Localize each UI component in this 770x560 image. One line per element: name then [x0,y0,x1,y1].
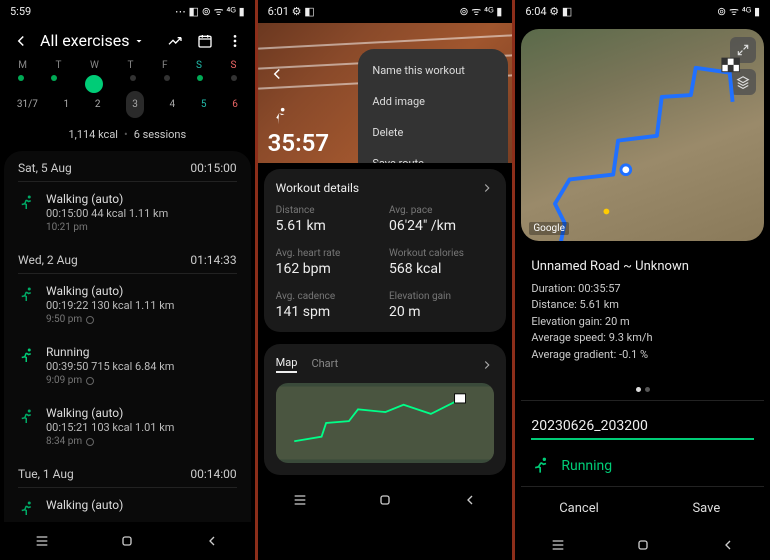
running-icon [531,456,551,476]
more-icon[interactable] [227,33,243,49]
workout-hero: 35:57 Name this workoutAdd imageDeleteSa… [258,23,513,163]
back-nav-icon[interactable] [462,492,478,508]
statusbar-time: 5:59 [10,5,31,18]
context-menu: Name this workoutAdd imageDeleteSave rou… [358,49,508,163]
tab-map[interactable]: Map [276,356,298,373]
stat-item: Distance5.61 km [276,205,381,234]
stat-item: Avg. heart rate162 bpm [276,248,381,277]
page-indicator [515,373,770,400]
route-trace [521,29,764,241]
info-line: Average gradient: -0.1 % [531,347,754,364]
android-navbar[interactable] [258,481,513,519]
exercise-list[interactable]: Sat, 5 Aug00:15:00 Walking (auto)00:15:0… [4,151,251,522]
walking-icon [18,286,36,304]
info-line: Elevation gain: 20 m [531,314,754,331]
info-line: Distance: 5.61 km [531,297,754,314]
walking-icon [18,408,36,426]
back-icon[interactable] [268,65,286,83]
tab-chart[interactable]: Chart [311,357,338,372]
stats-grid: Distance5.61 km Avg. pace06'24" /km Avg. h… [276,205,495,320]
map-attribution: Google [529,222,569,235]
header: All exercises [0,23,255,58]
chevron-right-icon [480,358,494,372]
filename-input-row [515,401,770,446]
info-line: Duration: 00:35:57 [531,281,754,298]
map-chart-card[interactable]: Map Chart [264,344,507,475]
android-navbar[interactable] [0,522,255,560]
menu-item[interactable]: Save route [358,148,508,163]
filename-input[interactable] [531,418,754,440]
day-header: Wed, 2 Aug01:14:33 [4,243,251,273]
cancel-button[interactable]: Cancel [515,487,642,530]
phone-2-workout-details: 6:01 ⚙ ◧ ⊚ ᯤ ⁴ᴳ ▮ 35:57 Name this workou… [258,0,513,560]
home-icon[interactable] [377,492,393,508]
exercise-entry[interactable]: Walking (auto) [4,488,251,522]
card-title: Workout details [276,181,359,195]
stat-item: Avg. cadence141 spm [276,291,381,320]
workout-details-card[interactable]: Workout details Distance5.61 km Avg. pace… [264,169,507,332]
recents-icon[interactable] [292,492,308,508]
dropdown-icon [133,35,145,47]
route-trace [276,383,495,463]
menu-item[interactable]: Add image [358,86,508,117]
route-info: Unnamed Road ~ Unknown Duration: 00:35:5… [515,247,770,373]
exercise-entry[interactable]: Walking (auto)00:15:00 44 kcal 1.11 km10… [4,182,251,243]
action-buttons: Cancel Save [515,487,770,530]
calendar-dates[interactable]: 31/7123456 [0,95,255,122]
statusbar: 5:59 ⋯ ◧ ⊚ ᯤ ⁴ᴳ ▮ [0,0,255,23]
calendar-day-labels: MTWTFSS [0,58,255,73]
stat-item: Elevation gain20 m [389,291,494,320]
map-preview[interactable] [276,383,495,463]
page-title[interactable]: All exercises [40,31,157,50]
statusbar-icons: ⋯ ◧ ⊚ ᯤ ⁴ᴳ ▮ [175,4,245,19]
activity-label: Running [561,458,612,474]
walking-icon [18,500,36,518]
statusbar: 6:04 ⚙ ◧ ⊚ ᯤ ⁴ᴳ ▮ [515,0,770,23]
back-nav-icon[interactable] [720,537,736,553]
menu-item[interactable]: Delete [358,117,508,148]
running-icon [268,106,290,128]
exercise-entry[interactable]: Running00:39:50 715 kcal 6.84 km9:09 pm [4,335,251,396]
android-navbar[interactable] [515,530,770,560]
day-header: Tue, 1 Aug00:14:00 [4,457,251,487]
route-map[interactable]: Google [521,29,764,241]
workout-duration: 35:57 [268,129,329,157]
statusbar-icons: ⊚ ᯤ ⁴ᴳ ▮ [717,4,760,19]
back-nav-icon[interactable] [204,533,220,549]
trend-icon[interactable] [167,33,183,49]
statusbar-time: 6:01 ⚙ ◧ [268,5,315,18]
save-button[interactable]: Save [643,487,770,530]
statusbar-time: 6:04 ⚙ ◧ [525,5,572,18]
chevron-right-icon [480,181,494,195]
home-icon[interactable] [119,533,135,549]
home-icon[interactable] [635,537,651,553]
phone-3-save-route: 6:04 ⚙ ◧ ⊚ ᯤ ⁴ᴳ ▮ Google Unnamed Road ~ … [515,0,770,560]
running-icon [18,347,36,365]
menu-item[interactable]: Name this workout [358,55,508,86]
stat-item: Avg. pace06'24" /km [389,205,494,234]
statusbar-icons: ⊚ ᯤ ⁴ᴳ ▮ [459,4,502,19]
calendar-activity-dots [0,73,255,95]
activity-type-row[interactable]: Running [515,446,770,486]
back-icon[interactable] [12,32,30,50]
recents-icon[interactable] [34,533,50,549]
route-title: Unnamed Road ~ Unknown [531,257,754,277]
recents-icon[interactable] [550,537,566,553]
summary-bar: 1,114 kcal•6 sessions [0,122,255,151]
statusbar: 6:01 ⚙ ◧ ⊚ ᯤ ⁴ᴳ ▮ [258,0,513,23]
info-line: Average speed: 9.3 km/h [531,330,754,347]
calendar-icon[interactable] [197,33,213,49]
exercise-entry[interactable]: Walking (auto)00:15:21 103 kcal 1.01 km8… [4,396,251,457]
day-header: Sat, 5 Aug00:15:00 [4,151,251,181]
walking-icon [18,194,36,212]
phone-1-exercise-list: 5:59 ⋯ ◧ ⊚ ᯤ ⁴ᴳ ▮ All exercises MTWTFSS … [0,0,255,560]
stat-item: Workout calories568 kcal [389,248,494,277]
exercise-entry[interactable]: Walking (auto)00:19:22 130 kcal 1.11 km9… [4,274,251,335]
